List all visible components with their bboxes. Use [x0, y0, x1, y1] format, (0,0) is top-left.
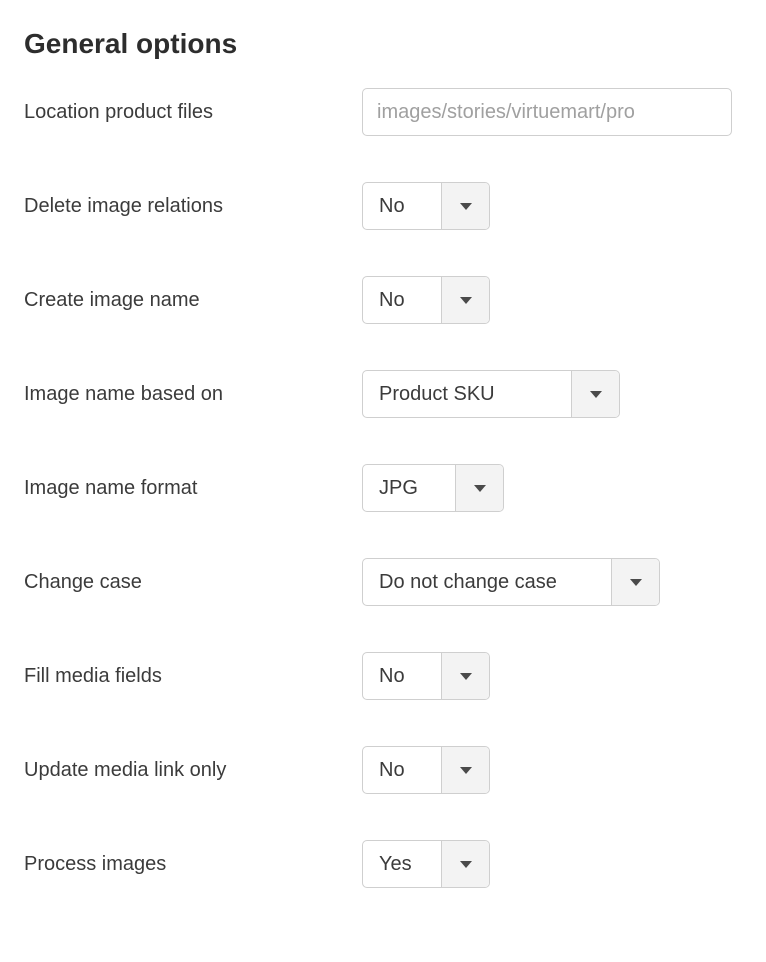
select-value: No	[363, 747, 441, 793]
label-process-images: Process images	[24, 853, 362, 876]
select-create-image-name[interactable]: No	[362, 276, 490, 324]
dropdown-toggle	[571, 371, 619, 417]
select-value: Product SKU	[363, 371, 571, 417]
select-image-name-based-on[interactable]: Product SKU	[362, 370, 620, 418]
select-value: No	[363, 653, 441, 699]
dropdown-toggle	[441, 841, 489, 887]
caret-down-icon	[590, 391, 602, 398]
caret-down-icon	[460, 203, 472, 210]
select-fill-media-fields[interactable]: No	[362, 652, 490, 700]
dropdown-toggle	[455, 465, 503, 511]
select-process-images[interactable]: Yes	[362, 840, 490, 888]
row-create-image-name: Create image name No	[24, 276, 742, 324]
dropdown-toggle	[441, 277, 489, 323]
section-heading: General options	[24, 28, 742, 60]
caret-down-icon	[474, 485, 486, 492]
select-value: No	[363, 277, 441, 323]
label-create-image-name: Create image name	[24, 289, 362, 312]
row-delete-image-relations: Delete image relations No	[24, 182, 742, 230]
row-change-case: Change case Do not change case	[24, 558, 742, 606]
caret-down-icon	[460, 861, 472, 868]
select-change-case[interactable]: Do not change case	[362, 558, 660, 606]
input-location-product-files[interactable]	[362, 88, 732, 136]
dropdown-toggle	[611, 559, 659, 605]
select-image-name-format[interactable]: JPG	[362, 464, 504, 512]
label-image-name-format: Image name format	[24, 477, 362, 500]
label-update-media-link-only: Update media link only	[24, 759, 362, 782]
caret-down-icon	[460, 767, 472, 774]
row-location-product-files: Location product files	[24, 88, 742, 136]
row-image-name-format: Image name format JPG	[24, 464, 742, 512]
dropdown-toggle	[441, 653, 489, 699]
caret-down-icon	[460, 297, 472, 304]
row-process-images: Process images Yes	[24, 840, 742, 888]
dropdown-toggle	[441, 747, 489, 793]
row-update-media-link-only: Update media link only No	[24, 746, 742, 794]
label-fill-media-fields: Fill media fields	[24, 665, 362, 688]
dropdown-toggle	[441, 183, 489, 229]
select-value: JPG	[363, 465, 455, 511]
row-image-name-based-on: Image name based on Product SKU	[24, 370, 742, 418]
select-value: Do not change case	[363, 559, 611, 605]
select-value: No	[363, 183, 441, 229]
select-update-media-link-only[interactable]: No	[362, 746, 490, 794]
label-image-name-based-on: Image name based on	[24, 383, 362, 406]
row-fill-media-fields: Fill media fields No	[24, 652, 742, 700]
select-value: Yes	[363, 841, 441, 887]
caret-down-icon	[460, 673, 472, 680]
label-change-case: Change case	[24, 571, 362, 594]
caret-down-icon	[630, 579, 642, 586]
select-delete-image-relations[interactable]: No	[362, 182, 490, 230]
label-location-product-files: Location product files	[24, 101, 362, 124]
label-delete-image-relations: Delete image relations	[24, 195, 362, 218]
